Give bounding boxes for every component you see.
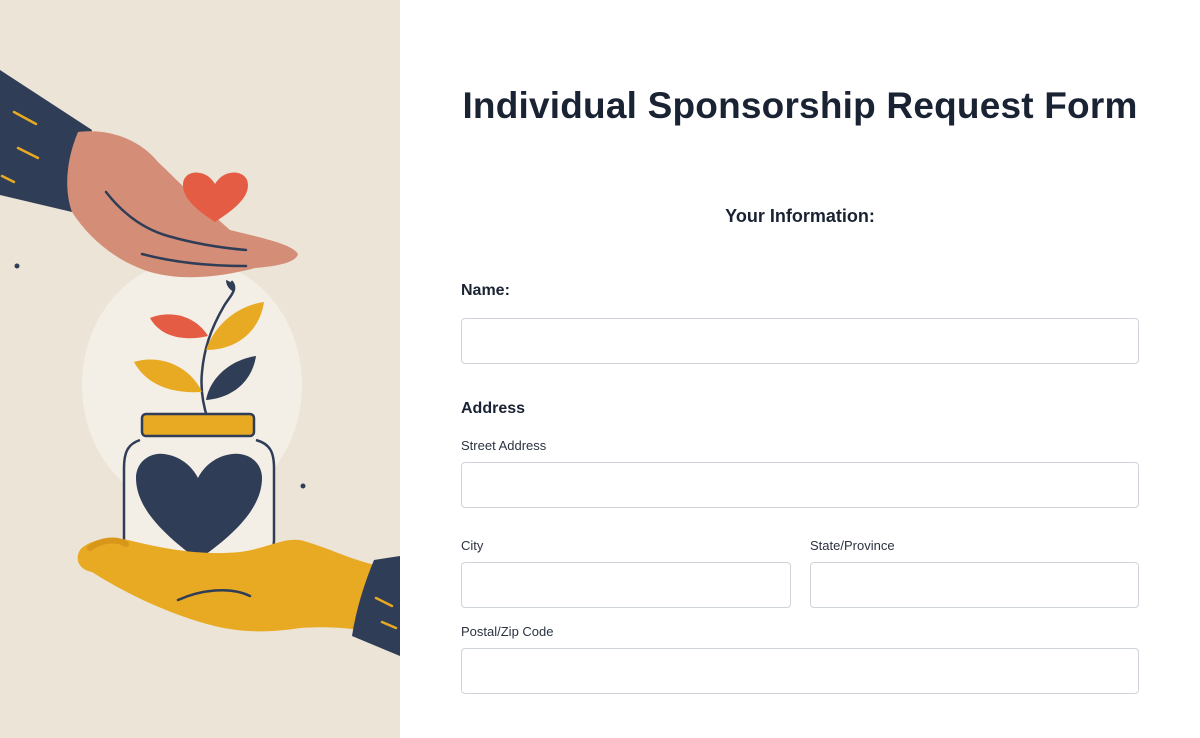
form-panel: Individual Sponsorship Request Form Your… bbox=[400, 0, 1200, 738]
state-province-label: State/Province bbox=[810, 538, 895, 553]
state-province-field[interactable] bbox=[810, 562, 1139, 608]
postal-code-field[interactable] bbox=[461, 648, 1139, 694]
address-label: Address bbox=[461, 400, 526, 417]
decor-dot bbox=[14, 263, 20, 269]
decor-dot bbox=[300, 483, 306, 489]
form-title: Individual Sponsorship Request Form bbox=[462, 85, 1138, 126]
name-field[interactable] bbox=[461, 318, 1139, 364]
city-field[interactable] bbox=[461, 562, 791, 608]
street-address-label: Street Address bbox=[461, 438, 547, 453]
giving-hand-top bbox=[67, 131, 298, 278]
postal-code-label: Postal/Zip Code bbox=[461, 624, 554, 639]
donation-jar-icon bbox=[122, 412, 276, 560]
sponsorship-illustration bbox=[0, 0, 400, 738]
section-title-your-information: Your Information: bbox=[725, 206, 875, 226]
name-label: Name: bbox=[461, 282, 510, 299]
street-address-field[interactable] bbox=[461, 462, 1139, 508]
city-label: City bbox=[461, 538, 484, 553]
